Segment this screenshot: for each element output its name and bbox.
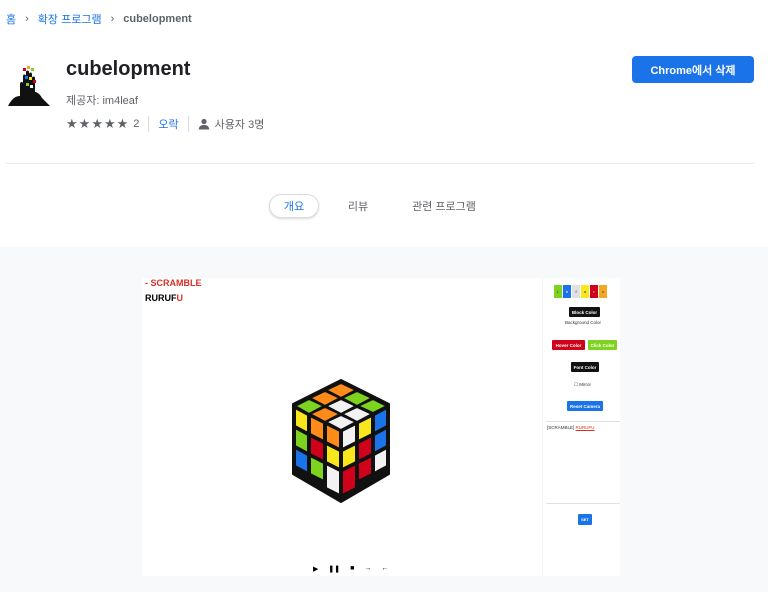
breadcrumb-current: cubelopment [123,13,192,25]
mirror-checkbox[interactable]: ☐ Mirror [574,382,591,388]
playback-controls: ▶ ❚❚ ■ → ← [313,565,388,573]
font-color-button[interactable]: Font Color [571,362,599,372]
divider [6,163,754,164]
scramble-moves: RURUFU [145,293,183,303]
back-icon[interactable]: ← [381,565,388,573]
pause-icon[interactable]: ❚❚ [328,565,340,573]
breadcrumb: 홈 › 확장 프로그램 › cubelopment [6,11,192,27]
user-count: 사용자 3명 [214,119,265,131]
user-icon [198,118,209,130]
stop-icon[interactable]: ■ [350,565,354,573]
chevron-right-icon: › [25,13,29,25]
category-link[interactable]: 오락 [158,116,178,132]
tab-related[interactable]: 관련 프로그램 [404,194,484,218]
star-icon: ★ [78,116,91,131]
click-color-button[interactable]: Click Color [588,340,617,350]
star-icon: ★ [116,116,129,131]
divider [148,116,150,132]
screenshot-image[interactable]: - SCRAMBLE RURUFU ▶ ❚❚ ■ → ← L b f a r o… [142,278,620,576]
scramble-textarea[interactable]: [SCRAMBLE] RURUFU [546,421,620,504]
app-title: cubelopment [66,58,191,80]
app-logo [8,66,50,106]
divider [187,116,189,132]
publisher: 제공자: im4leaf [66,95,138,107]
screenshot-gallery: - SCRAMBLE RURUFU ▶ ❚❚ ■ → ← L b f a r o… [0,247,768,592]
play-icon[interactable]: ▶ [313,565,318,573]
swatch-orange[interactable]: o [599,285,607,298]
rating-count[interactable]: 2 [133,118,139,130]
swatch-white[interactable]: f [572,285,580,298]
set-button[interactable]: SET [578,514,592,525]
hover-color-button[interactable]: Hover Color [552,340,585,350]
scramble-text: [SCRAMBLE] RURUFU [547,425,595,430]
star-rating[interactable]: ★ ★ ★ ★ ★ [66,116,128,132]
star-icon: ★ [66,116,78,131]
scramble-title: - SCRAMBLE [145,278,202,288]
rubiks-cube-image [292,379,390,503]
star-icon: ★ [103,116,116,131]
block-color-button[interactable]: Block Color [569,307,600,317]
forward-icon[interactable]: → [364,565,371,573]
reset-camera-button[interactable]: Reset Camera [567,401,603,411]
tab-reviews[interactable]: 리뷰 [333,194,383,218]
swatch-blue[interactable]: b [563,285,571,298]
meta-row: ★ ★ ★ ★ ★ 2 오락 사용자 3명 [66,116,264,132]
extension-header: cubelopment 제공자: im4leaf ★ ★ ★ ★ ★ 2 오락 … [0,48,768,158]
face-color-swatches: L b f a r o [554,285,607,298]
breadcrumb-home[interactable]: 홈 [6,11,16,27]
settings-panel: L b f a r o Block Color Background Color… [542,278,620,576]
background-color-label[interactable]: Background Color [565,320,601,325]
chevron-right-icon: › [110,13,115,25]
swatch-yellow[interactable]: a [581,285,589,298]
swatch-red[interactable]: r [590,285,598,298]
tab-bar: 개요 리뷰 관련 프로그램 [0,194,768,220]
remove-from-chrome-button[interactable]: Chrome에서 삭제 [632,56,754,83]
swatch-green[interactable]: L [554,285,562,298]
breadcrumb-extensions[interactable]: 확장 프로그램 [38,11,102,27]
tab-overview[interactable]: 개요 [269,194,319,218]
star-icon: ★ [91,116,103,131]
